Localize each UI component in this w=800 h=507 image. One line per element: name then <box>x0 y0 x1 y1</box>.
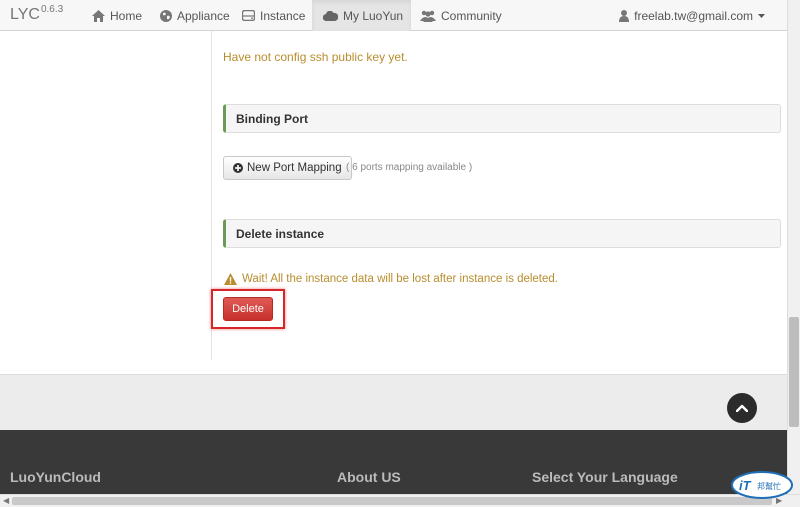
main-panel: Have not config ssh public key yet. Bind… <box>0 31 787 375</box>
user-menu[interactable]: freelab.tw@gmail.com <box>619 0 765 31</box>
vertical-scrollbar[interactable] <box>787 0 800 494</box>
horizontal-scrollbar[interactable]: ◀ ▶ <box>0 494 800 507</box>
ports-available-note: ( 6 ports mapping available ) <box>346 162 473 173</box>
nav-my-luoyun[interactable]: My LuoYun <box>312 0 411 31</box>
delete-instance-title: Delete instance <box>236 226 325 241</box>
binding-port-title: Binding Port <box>236 111 308 126</box>
nav-instance[interactable]: Instance <box>236 0 306 31</box>
brand-logo[interactable]: LYC0.6.3 <box>10 4 64 24</box>
binding-port-header: Binding Port <box>223 104 781 133</box>
delete-warning-text: Wait! All the instance data will be lost… <box>242 273 558 285</box>
footer-luoyuncloud: LuoYunCloud <box>10 469 101 485</box>
new-port-mapping-label: New Port Mapping <box>247 162 342 174</box>
top-navbar: LYC0.6.3 Home Appliance Instance My LuoY… <box>0 0 787 31</box>
nav-appliance[interactable]: Appliance <box>155 0 230 31</box>
user-email: freelab.tw@gmail.com <box>634 8 753 23</box>
home-icon <box>92 9 105 22</box>
watermark-brand: iT <box>739 478 752 493</box>
delete-instance-header: Delete instance <box>223 219 781 248</box>
nav-community-label: Community <box>441 8 502 23</box>
new-port-mapping-button[interactable]: New Port Mapping <box>223 156 352 180</box>
footer-select-language: Select Your Language <box>532 469 678 485</box>
horizontal-scrollbar-thumb[interactable] <box>12 497 772 505</box>
nav-home[interactable]: Home <box>86 0 149 31</box>
scroll-left-arrow-icon[interactable]: ◀ <box>3 496 9 505</box>
nav-community[interactable]: Community <box>414 0 504 31</box>
user-icon <box>619 9 630 22</box>
version-label: 0.6.3 <box>40 4 64 15</box>
nav-instance-label: Instance <box>260 8 306 23</box>
group-icon <box>420 10 436 22</box>
globe-icon <box>160 9 172 22</box>
nav-home-label: Home <box>110 8 143 23</box>
vertical-scrollbar-thumb[interactable] <box>789 317 799 427</box>
footer: LuoYunCloud About US Select Your Languag… <box>0 430 787 494</box>
brand-name: LYC <box>10 6 40 23</box>
hdd-icon <box>242 10 255 21</box>
plus-circle-icon <box>233 163 243 173</box>
scroll-to-top-button[interactable] <box>727 393 757 423</box>
footer-about-us: About US <box>337 469 401 485</box>
warning-icon <box>224 273 237 285</box>
chevron-up-icon <box>736 404 748 412</box>
nav-my-luoyun-label: My LuoYun <box>343 8 404 23</box>
cloud-icon <box>323 10 338 21</box>
delete-button[interactable]: Delete <box>223 297 273 321</box>
caret-down-icon <box>758 13 765 18</box>
ithome-watermark-logo: iT 邦幫忙 <box>731 471 793 499</box>
delete-warning: Wait! All the instance data will be lost… <box>224 273 558 285</box>
nav-appliance-label: Appliance <box>177 8 230 23</box>
ssh-key-message: Have not config ssh public key yet. <box>223 50 408 64</box>
watermark-text: 邦幫忙 <box>757 481 781 491</box>
delete-button-label: Delete <box>232 303 264 315</box>
